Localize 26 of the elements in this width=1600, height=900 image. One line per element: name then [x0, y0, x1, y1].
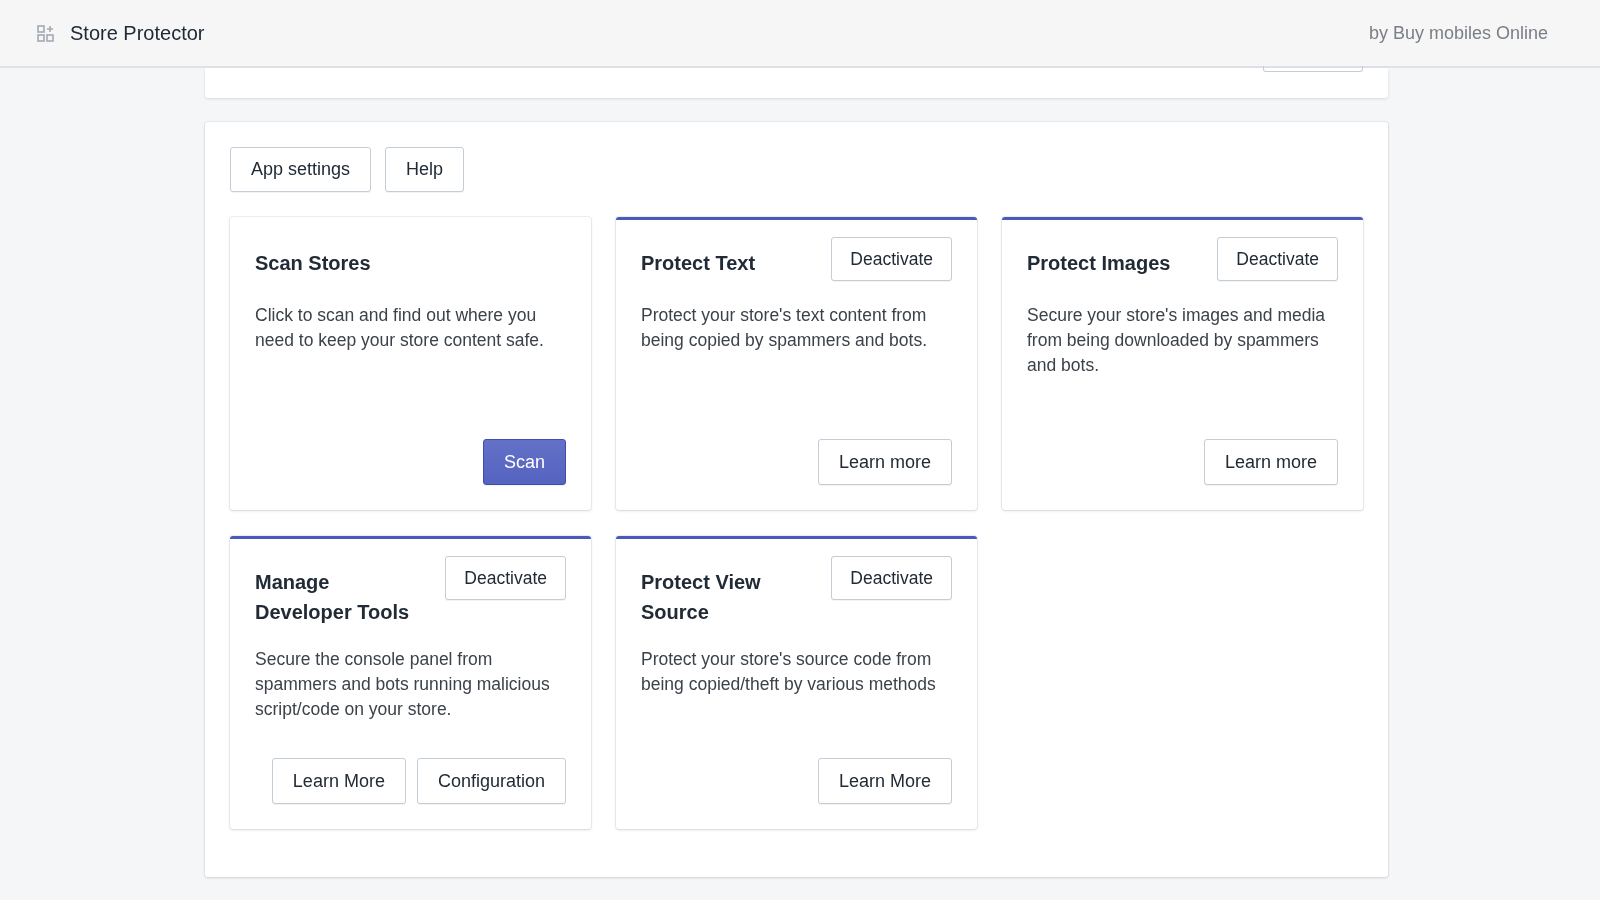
card-action-button[interactable]: Learn more: [1203, 439, 1338, 485]
card-action-button[interactable]: Configuration: [416, 758, 566, 804]
card-title: Protect View Source: [641, 570, 762, 625]
toolbar-button[interactable]: App settings: [230, 147, 372, 192]
scan-button[interactable]: Scan: [482, 439, 566, 485]
deactivate-button[interactable]: Deactivate: [831, 237, 952, 281]
card-action-button[interactable]: Learn More: [271, 758, 406, 804]
card-action-button[interactable]: Learn More: [817, 758, 952, 804]
card-description: Protect your store's source code from being copied/theft by various methods: [641, 648, 937, 696]
app-title: Store Protector: [70, 21, 205, 45]
card-title: Protect Images: [1027, 251, 1172, 276]
card-title: Manage Developer Tools: [255, 570, 411, 625]
byline: by Buy mobiles Online: [1368, 22, 1548, 44]
apps-icon: [37, 24, 54, 42]
card-description: Secure the console panel from spammers and bots running malicious script/code on your store.: [255, 648, 551, 721]
deactivate-button[interactable]: Deactivate: [1217, 237, 1338, 281]
card-description: Click to scan and find out where you need to keep your store content safe.: [255, 304, 545, 352]
card-title: Scan Stores: [255, 251, 372, 276]
partial-button[interactable]: [1263, 66, 1363, 72]
toolbar-button[interactable]: Help: [385, 147, 465, 192]
card-description: Protect your store's text content from being copied by spammers and bots.: [641, 304, 928, 352]
deactivate-button[interactable]: Deactivate: [445, 556, 566, 600]
card-title: Protect Text: [641, 251, 757, 276]
card-description: Secure your store's images and media from being downloaded by spammers and bots.: [1027, 304, 1327, 377]
deactivate-button[interactable]: Deactivate: [831, 556, 952, 600]
card-action-button[interactable]: Learn more: [817, 439, 952, 485]
